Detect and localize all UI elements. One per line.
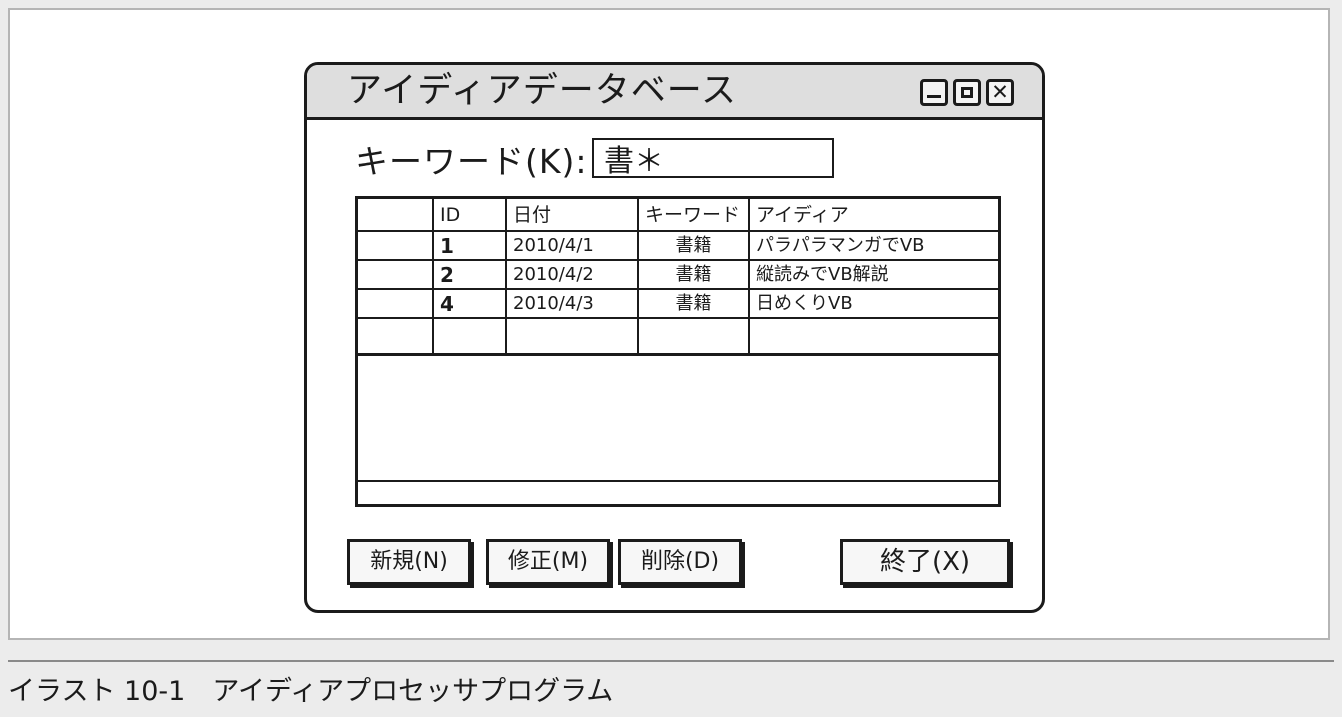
- row-selector-header[interactable]: [358, 199, 434, 232]
- new-button[interactable]: 新規(N): [347, 539, 471, 585]
- cell-id[interactable]: 1: [432, 230, 507, 261]
- cell-keyword[interactable]: [637, 317, 750, 356]
- maximize-icon[interactable]: [953, 79, 981, 106]
- cell-id[interactable]: [432, 317, 507, 356]
- table-row[interactable]: 4 2010/4/3 書籍 日めくりVB: [358, 288, 998, 319]
- column-header-idea[interactable]: アイディア: [748, 199, 998, 232]
- delete-button[interactable]: 削除(D): [618, 539, 742, 585]
- illustration-frame: アイディアデータベース ✕ キーワード(K): ID 日付 キーワー: [8, 8, 1330, 640]
- cell-date[interactable]: 2010/4/1: [505, 230, 639, 261]
- column-header-keyword[interactable]: キーワード: [637, 199, 750, 232]
- edit-button[interactable]: 修正(M): [486, 539, 610, 585]
- cell-keyword[interactable]: 書籍: [637, 259, 750, 290]
- app-window: アイディアデータベース ✕ キーワード(K): ID 日付 キーワー: [304, 62, 1045, 613]
- new-row[interactable]: [358, 317, 998, 356]
- row-selector-cell[interactable]: [358, 288, 434, 319]
- cell-id[interactable]: 2: [432, 259, 507, 290]
- cell-date[interactable]: 2010/4/3: [505, 288, 639, 319]
- table-row[interactable]: 1 2010/4/1 書籍 パラパラマンガでVB: [358, 230, 998, 261]
- cell-keyword[interactable]: 書籍: [637, 288, 750, 319]
- table-row[interactable]: 2 2010/4/2 書籍 縦読みでVB解説: [358, 259, 998, 290]
- grid-scrollbar-line: [358, 480, 998, 482]
- column-header-id[interactable]: ID: [432, 199, 507, 232]
- cell-idea[interactable]: 縦読みでVB解説: [748, 259, 998, 290]
- idea-grid: ID 日付 キーワード アイディア 1 2010/4/1 書籍 パラパラマンガで…: [355, 196, 1001, 507]
- cell-idea[interactable]: 日めくりVB: [748, 288, 998, 319]
- table-header-row: ID 日付 キーワード アイディア: [358, 199, 998, 232]
- idea-table: ID 日付 キーワード アイディア 1 2010/4/1 書籍 パラパラマンガで…: [358, 199, 998, 356]
- keyword-label: キーワード(K):: [355, 142, 588, 181]
- cell-date[interactable]: 2010/4/2: [505, 259, 639, 290]
- window-controls: ✕: [920, 79, 1014, 106]
- cell-idea[interactable]: [748, 317, 998, 356]
- caption-divider: [8, 660, 1334, 662]
- cell-idea[interactable]: パラパラマンガでVB: [748, 230, 998, 261]
- cell-id[interactable]: 4: [432, 288, 507, 319]
- column-header-date[interactable]: 日付: [505, 199, 639, 232]
- window-title: アイディアデータベース: [347, 71, 738, 111]
- cell-date[interactable]: [505, 317, 639, 356]
- keyword-input[interactable]: [592, 138, 834, 178]
- close-icon[interactable]: ✕: [986, 79, 1014, 106]
- row-selector-cell[interactable]: [358, 259, 434, 290]
- cell-keyword[interactable]: 書籍: [637, 230, 750, 261]
- figure-caption: イラスト 10-1 アイディアプロセッサプログラム: [8, 676, 614, 707]
- title-bar: アイディアデータベース ✕: [307, 65, 1042, 120]
- row-selector-cell[interactable]: [358, 317, 434, 356]
- exit-button[interactable]: 終了(X): [840, 539, 1010, 585]
- minimize-icon[interactable]: [920, 79, 948, 106]
- row-selector-cell[interactable]: [358, 230, 434, 261]
